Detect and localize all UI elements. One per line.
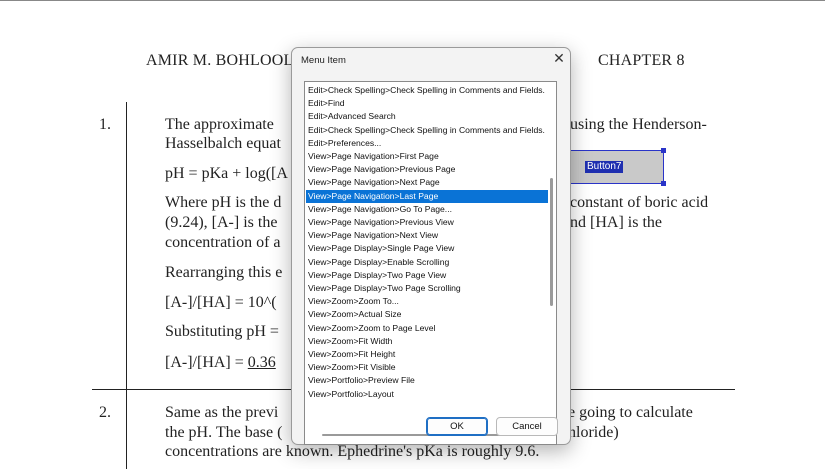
list-item[interactable]: View>Page Navigation>First Page (306, 150, 548, 163)
form-button-field[interactable]: Button7 (566, 148, 666, 186)
where-line-2: (9.24), [A-] is the (165, 214, 278, 231)
list-item[interactable]: View>Portfolio>Preview File (306, 374, 548, 387)
list-item[interactable]: View>Zoom>Fit Height (306, 348, 548, 361)
q2-line-1-tail: e going to calculate (568, 404, 693, 421)
list-item[interactable]: View>Zoom>Actual Size (306, 308, 548, 321)
question-1-number: 1. (99, 116, 111, 133)
list-item[interactable]: View>Page Display>Enable Scrolling (306, 256, 548, 269)
list-item-selected[interactable]: View>Page Navigation>Last Page (306, 189, 548, 203)
q1-line-1-tail: using the Henderson- (570, 116, 707, 133)
list-item[interactable]: Edit>Check Spelling>Check Spelling in Co… (306, 84, 548, 97)
dialog-title: Menu Item (301, 55, 346, 66)
rearranging-line: Rearranging this e (165, 264, 283, 281)
resize-handle-ne[interactable] (661, 148, 666, 153)
list-item[interactable]: View>Zoom>Zoom to Page Level (306, 322, 548, 335)
q1-line-2: Hasselbalch equat (165, 135, 281, 152)
result-value: 0.36 (247, 354, 276, 371)
ok-button[interactable]: OK (426, 417, 488, 436)
question-2-number: 2. (99, 404, 111, 421)
list-item[interactable]: View>Page Navigation>Next View (306, 229, 548, 242)
list-item[interactable]: Edit>Find (306, 97, 548, 110)
form-button-label: Button7 (585, 161, 624, 173)
list-item[interactable]: View>Page Display>Single Page View (306, 242, 548, 255)
q1-line-1: The approximate (165, 116, 274, 133)
margin-vertical-line (126, 102, 127, 469)
substituting-line: Substituting pH = (165, 323, 279, 340)
list-item[interactable]: View>Portfolio>Layout (306, 388, 548, 401)
where-line-3: concentration of a (165, 234, 281, 251)
cancel-button[interactable]: Cancel (496, 417, 558, 436)
menu-item-list[interactable]: Edit>Check Spelling>Check Spelling in Co… (304, 81, 557, 445)
list-item[interactable]: Edit>Advanced Search (306, 110, 548, 123)
q2-line-1: Same as the previ (165, 404, 279, 421)
list-item[interactable]: View>Page Display>Two Page View (306, 269, 548, 282)
list-item[interactable]: View>Page Navigation>Next Page (306, 176, 548, 189)
formula-1: pH = pKa + log([A (165, 165, 288, 182)
where-line-2-tail: nd [HA] is the (570, 214, 662, 231)
list-item[interactable]: View>Zoom>Zoom To... (306, 295, 548, 308)
resize-handle-se[interactable] (661, 181, 666, 186)
q2-line-2: the pH. The base ( (165, 424, 283, 441)
list-item[interactable]: Edit>Preferences... (306, 137, 548, 150)
list-item[interactable]: View>Page Navigation>Previous View (306, 216, 548, 229)
menu-item-dialog: Menu Item ✕ Edit>Check Spelling>Check Sp… (291, 47, 571, 445)
list-item[interactable]: View>Zoom>Fit Visible (306, 361, 548, 374)
result-prefix: [A-]/[HA] = (165, 354, 248, 371)
list-item[interactable]: View>Page Navigation>Go To Page... (306, 203, 548, 216)
header-author: AMIR M. BOHLOOLI (146, 52, 299, 69)
close-icon[interactable]: ✕ (551, 50, 567, 67)
vertical-scrollbar[interactable] (550, 178, 553, 306)
where-line-1-tail: constant of boric acid (570, 194, 709, 211)
q2-line-2-tail: hloride) (568, 424, 619, 441)
list-item[interactable]: Edit>Check Spelling>Check Spelling in Co… (306, 124, 548, 137)
formula-2: [A-]/[HA] = 10^( (165, 294, 277, 311)
where-line-1: Where pH is the d (165, 194, 282, 211)
list-item[interactable]: View>Page Navigation>Previous Page (306, 163, 548, 176)
header-chapter: CHAPTER 8 (598, 52, 685, 69)
list-item[interactable]: View>Page Display>Two Page Scrolling (306, 282, 548, 295)
list-item[interactable]: View>Zoom>Fit Width (306, 335, 548, 348)
result-line: [A-]/[HA] = 0.36 (165, 353, 276, 373)
